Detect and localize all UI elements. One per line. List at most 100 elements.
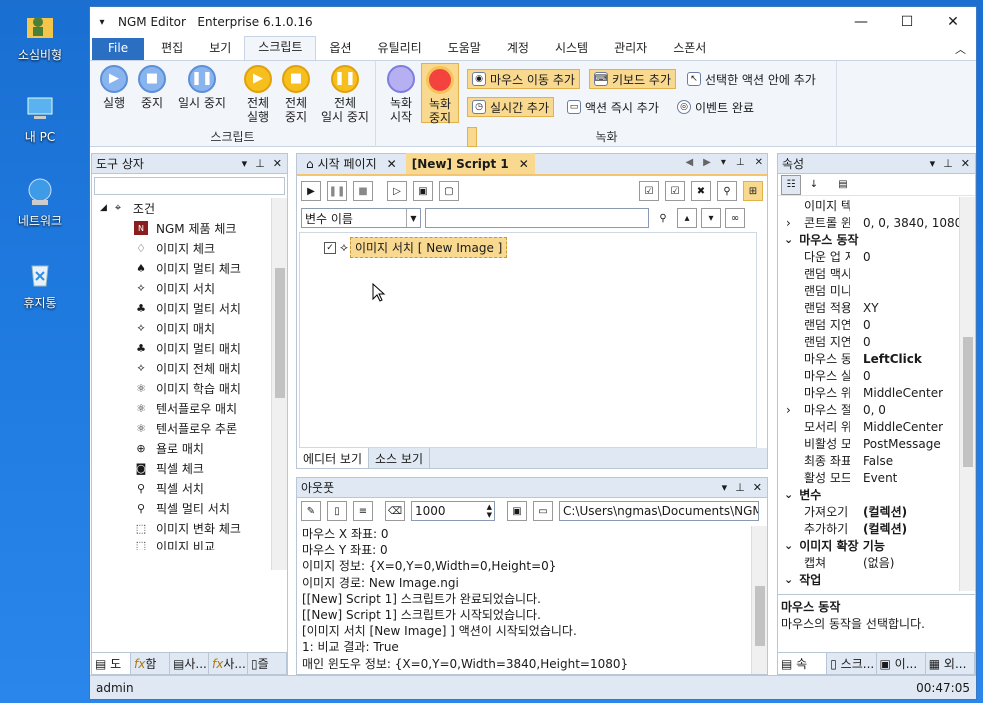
tree-item[interactable]: ♢ 이미지 체크 bbox=[92, 238, 287, 258]
delete-icon[interactable]: ✖ bbox=[691, 181, 711, 201]
tab-user-functions[interactable]: fx 사... bbox=[209, 653, 248, 674]
tab-source-view[interactable]: 소스 보기 bbox=[369, 448, 430, 468]
check-all-icon[interactable]: ☑ bbox=[639, 181, 659, 201]
property-category[interactable]: ⌄ 변수 bbox=[778, 486, 975, 503]
property-row[interactable]: 이미지 텍 bbox=[778, 197, 975, 214]
tab-user[interactable]: ▤ 사... bbox=[170, 653, 209, 674]
brush-icon[interactable]: ✎ bbox=[301, 501, 321, 521]
sort-az-icon[interactable]: ↓ bbox=[804, 174, 824, 195]
property-row[interactable]: 추가하기 (컬렉션) bbox=[778, 520, 975, 537]
tab-edit[interactable]: 편집 bbox=[148, 38, 196, 60]
run-button[interactable]: ▶ 실행 bbox=[96, 65, 132, 110]
add-keyboard-button[interactable]: ⌨ 키보드 추가 bbox=[589, 69, 677, 89]
property-row[interactable]: 비활성 모 PostMessage bbox=[778, 435, 975, 452]
run-all-button[interactable]: ▶ 전체 실행 bbox=[240, 65, 276, 124]
property-row[interactable]: 마우스 실 0 bbox=[778, 367, 975, 384]
pin-icon[interactable]: ⊥ bbox=[255, 157, 265, 170]
close-icon[interactable]: ✕ bbox=[387, 157, 397, 171]
tree-item[interactable]: ♣ 이미지 멀티 매치 bbox=[92, 338, 287, 358]
tab-script[interactable]: 스크립트 bbox=[244, 36, 317, 60]
pin-icon[interactable]: ⊥ bbox=[943, 157, 953, 170]
property-row[interactable]: 랜덤 지연 0 bbox=[778, 316, 975, 333]
property-row[interactable]: 랜덤 맥시 bbox=[778, 265, 975, 282]
log-path-field[interactable]: C:\Users\ngmas\Documents\NGM6\ bbox=[559, 501, 759, 521]
property-category[interactable]: ⌄ 이미지 확장 기능 bbox=[778, 537, 975, 554]
add-realtime-button[interactable]: ◷ 실시간 추가 bbox=[467, 97, 555, 117]
desktop-icon-user[interactable]: 소심비형 bbox=[8, 10, 72, 63]
tree-item[interactable]: ⟡ 이미지 매치 bbox=[92, 318, 287, 338]
search-icon[interactable]: ⚲ bbox=[717, 181, 737, 201]
loop-icon[interactable]: ∞ bbox=[725, 208, 745, 228]
down-icon[interactable]: ▾ bbox=[701, 208, 721, 228]
record-stop-button[interactable]: 녹화 중지 bbox=[421, 63, 459, 125]
property-category[interactable]: ⌄ 작업 bbox=[778, 571, 975, 588]
properties-scrollbar[interactable] bbox=[959, 197, 975, 591]
property-pages-icon[interactable]: ▤ bbox=[833, 174, 853, 195]
property-row[interactable]: 다운 업 지 0 bbox=[778, 248, 975, 265]
page-icon[interactable]: ▯ bbox=[327, 501, 347, 521]
tree-item[interactable]: ⬚ 이미지 변화 체크 bbox=[92, 518, 287, 538]
collapse-ribbon-icon[interactable]: ︿ bbox=[955, 41, 966, 57]
tree-item[interactable]: ◙ 픽셀 체크 bbox=[92, 458, 287, 478]
close-button[interactable]: ✕ bbox=[930, 7, 976, 37]
scroll-left-icon[interactable]: ◀ bbox=[685, 157, 693, 168]
dropdown-icon[interactable]: ▾ bbox=[930, 157, 936, 170]
tab-utility[interactable]: 유틸리티 bbox=[365, 38, 435, 60]
tree-item[interactable]: ⟡ 이미지 서치 bbox=[92, 278, 287, 298]
tab-properties[interactable]: ▤ 속 bbox=[778, 653, 828, 674]
step-icon[interactable]: ▣ bbox=[413, 181, 433, 201]
collapse-icon[interactable]: ⌄ bbox=[784, 233, 793, 246]
property-grid[interactable]: 이미지 텍›콘트롤 윈0, 0, 3840, 1080⌄마우스 동작다운 업 지… bbox=[778, 197, 975, 591]
tree-item[interactable]: ⚛ 이미지 학습 매치 bbox=[92, 378, 287, 398]
property-row[interactable]: 마우스 위 MiddleCenter bbox=[778, 384, 975, 401]
quick-access-dropdown-icon[interactable]: ▾ bbox=[92, 17, 112, 28]
tab-account[interactable]: 계정 bbox=[494, 38, 542, 60]
action-checkbox[interactable]: ✓ bbox=[324, 241, 336, 254]
stop-all-button[interactable]: ■ 전체 중지 bbox=[278, 65, 314, 124]
property-row[interactable]: 마우스 동 LeftClick bbox=[778, 350, 975, 367]
play-outline-icon[interactable]: ▷ bbox=[387, 181, 407, 201]
tab-sponsor[interactable]: 스폰서 bbox=[660, 38, 719, 60]
output-log[interactable]: 마우스 X 좌표: 0 마우스 Y 좌표: 0 이미지 정보: {X=0,Y=0… bbox=[299, 526, 767, 674]
desktop-icon-my-pc[interactable]: 내 PC bbox=[8, 92, 72, 145]
add-action-instantly-button[interactable]: ▭ 액션 즉시 추가 bbox=[563, 97, 663, 117]
minimize-button[interactable]: — bbox=[838, 7, 884, 37]
collapse-icon[interactable]: ⌄ bbox=[784, 488, 793, 501]
toolbox-search-input[interactable] bbox=[94, 177, 285, 195]
tab-functions[interactable]: fx 함 bbox=[131, 653, 170, 674]
tab-external[interactable]: ▦ 외... bbox=[926, 653, 975, 674]
folder-icon[interactable]: ▭ bbox=[533, 501, 553, 521]
property-row[interactable]: 랜덤 미니 bbox=[778, 282, 975, 299]
property-row[interactable]: 랜덤 지연 0 bbox=[778, 333, 975, 350]
pin-icon[interactable]: ⊥ bbox=[735, 481, 745, 494]
up-icon[interactable]: ▴ bbox=[677, 208, 697, 228]
save-icon[interactable]: ▣ bbox=[507, 501, 527, 521]
tab-images[interactable]: ▣ 이... bbox=[877, 653, 926, 674]
close-icon[interactable]: ✕ bbox=[519, 157, 529, 171]
property-row[interactable]: › 콘트롤 윈 0, 0, 3840, 1080 bbox=[778, 214, 975, 231]
tree-item[interactable]: ⊕ 욜로 매치 bbox=[92, 438, 287, 458]
line-limit-stepper[interactable]: 1000 ▲ ▼ bbox=[411, 501, 495, 521]
close-icon[interactable]: ✕ bbox=[755, 157, 763, 168]
property-row[interactable]: 활성 모드 Event bbox=[778, 469, 975, 486]
tab-help[interactable]: 도움말 bbox=[435, 38, 494, 60]
tree-node-condition[interactable]: ◢ ⌖ 조건 bbox=[92, 198, 287, 218]
tree-item[interactable]: ⚲ 픽셀 멀티 서치 bbox=[92, 498, 287, 518]
stop-icon[interactable]: ■ bbox=[353, 181, 373, 201]
dropdown-icon[interactable]: ▾ bbox=[722, 481, 728, 494]
tab-script-list[interactable]: ▯ 스크... bbox=[827, 653, 877, 674]
step-next-icon[interactable]: ▢ bbox=[439, 181, 459, 201]
variable-value-input[interactable] bbox=[425, 208, 649, 228]
dropdown-icon[interactable]: ▾ bbox=[721, 157, 726, 168]
tab-favorites[interactable]: ▯ 즐 bbox=[248, 653, 287, 674]
pause-icon[interactable]: ❚❚ bbox=[327, 181, 347, 201]
check-icon[interactable]: ☑ bbox=[665, 181, 685, 201]
collapse-icon[interactable]: ⌄ bbox=[784, 573, 793, 586]
tree-item[interactable]: ⚲ 픽셀 서치 bbox=[92, 478, 287, 498]
add-mouse-move-button[interactable]: ◉ 마우스 이동 추가 bbox=[467, 69, 580, 89]
record-start-button[interactable]: 녹화 시작 bbox=[383, 65, 419, 124]
tab-view[interactable]: 보기 bbox=[196, 38, 244, 60]
tab-script-1[interactable]: [New] Script 1 ✕ bbox=[405, 153, 535, 174]
desktop-icon-recycle-bin[interactable]: 휴지통 bbox=[8, 258, 72, 311]
close-icon[interactable]: ✕ bbox=[273, 157, 282, 170]
